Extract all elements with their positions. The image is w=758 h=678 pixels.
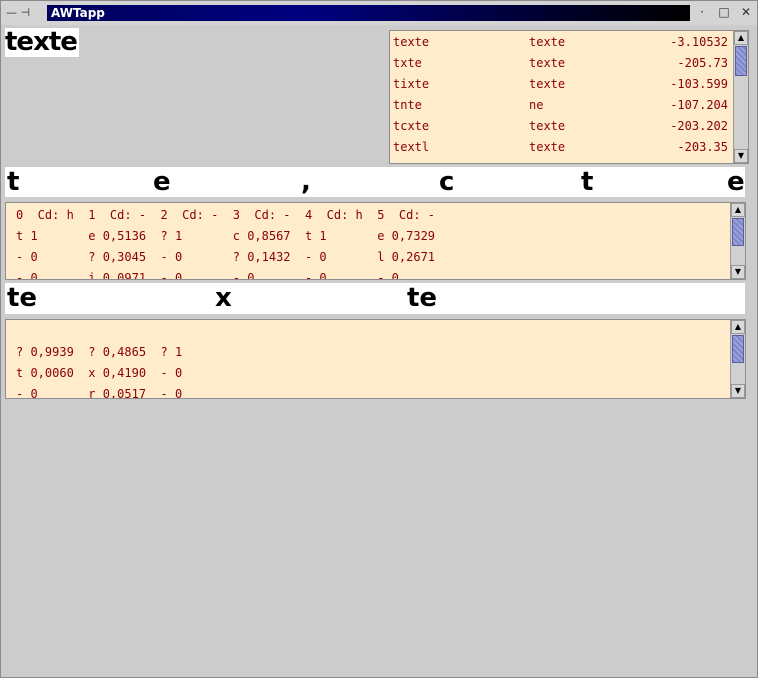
- char-probabilities-panel[interactable]: 0 Cd: h 1 Cd: - 2 Cd: - 3 Cd: - 4 Cd: h …: [5, 202, 746, 280]
- window-title: AWTapp: [51, 6, 105, 20]
- text-line: - 0 i 0,0971 - 0 - 0 - 0 - 0: [16, 271, 399, 280]
- top-label: texte: [5, 28, 79, 57]
- strip-char: ,: [301, 167, 311, 197]
- window-menu-icon[interactable]: — ⊣: [6, 6, 30, 19]
- list-row[interactable]: texte texte -3.10532: [390, 31, 733, 52]
- list-cell: texte: [529, 119, 566, 133]
- list-row[interactable]: -245.456: [390, 157, 733, 163]
- scroll-up-button[interactable]: ▲: [731, 320, 745, 334]
- scroll-thumb[interactable]: [732, 218, 744, 246]
- list-cell: textl: [393, 140, 430, 154]
- list-row[interactable]: tcxte texte -203.202: [390, 115, 733, 136]
- panel2-scrollbar[interactable]: ▲ ▼: [730, 320, 745, 398]
- list-row[interactable]: tnte ne -107.204: [390, 94, 733, 115]
- panel1-scrollbar[interactable]: ▲ ▼: [730, 203, 745, 279]
- app-window: — ⊣ AWTapp · □ ✕ texte texte texte -3.1053…: [0, 0, 758, 678]
- list-cell: -103.599: [670, 77, 728, 91]
- list-cell: txte: [393, 56, 422, 70]
- list-cell: texte: [529, 140, 566, 154]
- text-line: t 0,0060 x 0,4190 - 0: [16, 366, 183, 380]
- list-cell: tixte: [393, 77, 430, 91]
- list-cell: -203.202: [670, 119, 728, 133]
- segment-probabilities-panel[interactable]: ? 0,9939 ? 0,4865 ? 1 t 0,0060 x 0,4190 -…: [5, 319, 746, 399]
- title-bar[interactable]: — ⊣ AWTapp · □ ✕: [1, 1, 757, 25]
- list-cell: texte: [529, 35, 566, 49]
- list-cell: tcxte: [393, 119, 430, 133]
- list-cell: -205.73: [677, 56, 728, 70]
- strip-char: e: [727, 167, 745, 197]
- scroll-up-button[interactable]: ▲: [731, 203, 745, 217]
- text-line: 0 Cd: h 1 Cd: - 2 Cd: - 3 Cd: - 4 Cd: h …: [16, 208, 436, 222]
- list-cell: texte: [529, 77, 566, 91]
- list-cell: texte: [393, 35, 430, 49]
- list-row[interactable]: txte texte -205.73: [390, 52, 733, 73]
- list-cell: -3.10532: [670, 35, 728, 49]
- list-row[interactable]: tixte texte -103.599: [390, 73, 733, 94]
- strip-char: te: [407, 283, 438, 313]
- close-button[interactable]: ✕: [739, 5, 753, 19]
- pin-icon[interactable]: ⊣: [21, 6, 31, 19]
- results-list[interactable]: texte texte -3.10532 txte texte -205.73 tixte t…: [389, 30, 749, 164]
- list-scrollbar[interactable]: ▲ ▼: [733, 31, 748, 163]
- panel-text: 0 Cd: h 1 Cd: - 2 Cd: - 3 Cd: - 4 Cd: h …: [16, 205, 436, 280]
- minimize-button[interactable]: ·: [695, 5, 709, 19]
- segmentation-strip-2: te x te: [5, 283, 745, 314]
- list-cell: -107.204: [670, 98, 728, 112]
- scroll-down-button[interactable]: ▼: [734, 149, 748, 163]
- strip-char: t: [581, 167, 594, 197]
- strip-char: e: [153, 167, 171, 197]
- list-row[interactable]: textl texte -203.35: [390, 136, 733, 157]
- list-cell: ne: [529, 98, 544, 112]
- strip-char: x: [215, 283, 232, 313]
- panel-text: ? 0,9939 ? 0,4865 ? 1 t 0,0060 x 0,4190 -…: [16, 342, 183, 399]
- list-cell: texte: [529, 56, 566, 70]
- list-cell: tnte: [393, 98, 422, 112]
- scroll-down-button[interactable]: ▼: [731, 265, 745, 279]
- list-cell: -203.35: [677, 140, 728, 154]
- text-line: t 1 e 0,5136 ? 1 c 0,8567 t 1 e 0,7329: [16, 229, 436, 243]
- list-cell: -245.456: [670, 161, 728, 163]
- text-line: - 0 ? 0,3045 - 0 ? 0,1432 - 0 l 0,2671: [16, 250, 436, 264]
- text-line: ? 0,9939 ? 0,4865 ? 1: [16, 345, 183, 359]
- scroll-down-button[interactable]: ▼: [731, 384, 745, 398]
- strip-char: c: [439, 167, 455, 197]
- maximize-button[interactable]: □: [717, 5, 731, 19]
- strip-char: t: [7, 167, 20, 197]
- segmentation-strip-1: t e , c t e: [5, 167, 745, 197]
- title-strip[interactable]: AWTapp: [47, 5, 690, 21]
- scroll-thumb[interactable]: [732, 335, 744, 363]
- strip-char: te: [7, 283, 38, 313]
- scroll-thumb[interactable]: [735, 46, 747, 76]
- text-line: - 0 r 0,0517 - 0: [16, 387, 183, 399]
- scroll-up-button[interactable]: ▲: [734, 31, 748, 45]
